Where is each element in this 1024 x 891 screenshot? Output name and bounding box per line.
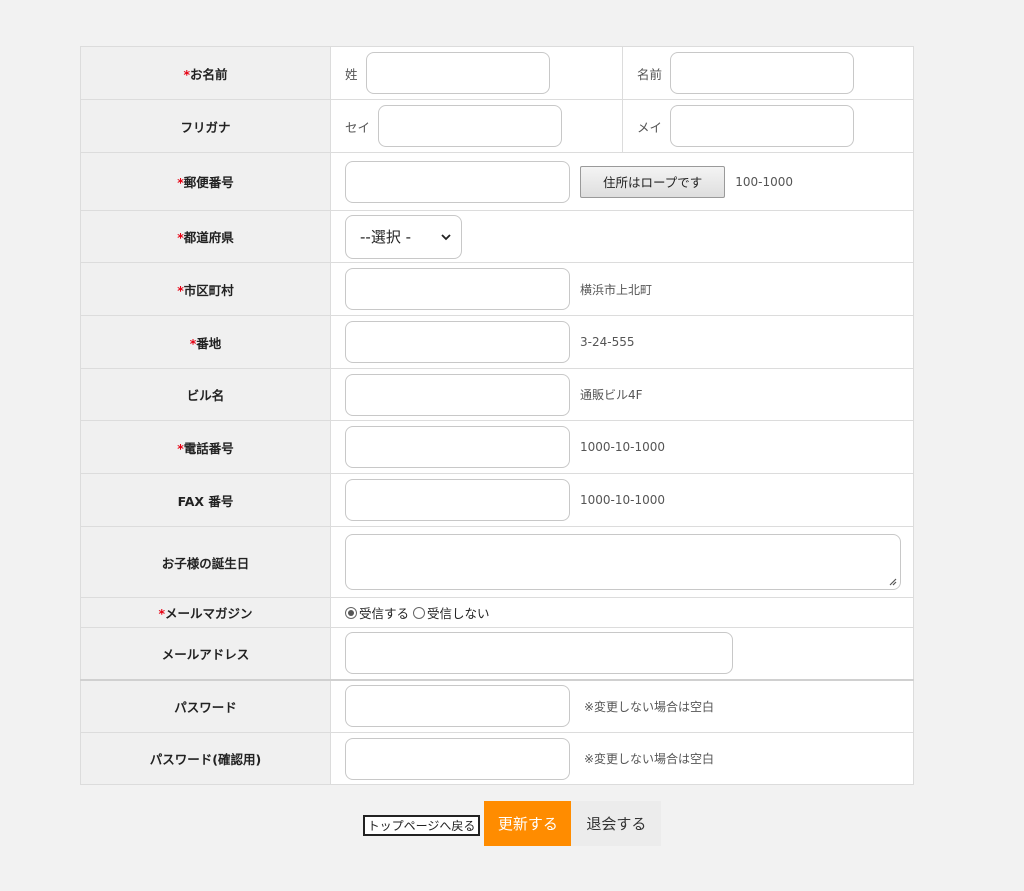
row-city: *市区町村 横浜市上北町 [80,262,914,316]
label-password: パスワード [80,678,331,733]
row-email: メールアドレス [80,627,914,680]
row-phone: *電話番号 1000-10-1000 [80,420,914,474]
fax-input[interactable] [345,479,570,521]
password-confirm-hint: ※変更しない場合は空白 [584,752,715,766]
last-name-input[interactable] [365,52,550,94]
member-form-table: *お名前 姓 名前 フリガナ セイ メイ *郵便番号 住所はロープです 100-… [80,46,914,785]
row-address: *番地 3-24-555 [80,315,914,369]
password-input[interactable] [345,685,570,728]
label-zip-text: 郵便番号 [183,175,234,190]
withdraw-button[interactable]: 退会する [571,801,662,846]
mei-label: 名前 [637,66,663,82]
row-fax: FAX 番号 1000-10-1000 [80,473,914,527]
label-building: ビル名 [80,368,331,421]
sei-label: 姓 [345,66,358,82]
label-name: *お名前 [80,46,331,100]
password-hint: ※変更しない場合は空白 [584,699,715,714]
label-password-confirm: パスワード(確認用) [80,732,331,785]
back-to-top-button[interactable]: トップページへ戻る [362,814,481,836]
fax-hint: 1000-10-1000 [580,493,666,507]
mei-kana-label: メイ [637,119,663,135]
email-input[interactable] [345,632,733,675]
label-address: *番地 [80,315,331,369]
label-email: メールアドレス [80,627,331,680]
chevron-down-icon [441,233,451,240]
first-name-input[interactable] [670,52,855,94]
label-furigana: フリガナ [80,99,331,153]
row-mail-magazine: *メールマガジン 受信する 受信しない [80,597,914,628]
row-password: パスワード ※変更しない場合は空白 [80,678,914,733]
label-phone: *電話番号 [80,420,331,474]
radio-receive[interactable]: 受信する [345,603,409,622]
sei-kana-label: セイ [345,119,371,135]
first-name-kana-input[interactable] [670,105,855,147]
row-password-confirm: パスワード(確認用) ※変更しない場合は空白 [80,732,914,785]
radio-receive-label: 受信する [359,606,410,621]
row-building: ビル名 通販ビル4F [80,368,914,421]
label-name-text: お名前 [190,66,228,82]
label-city: *市区町村 [80,262,331,316]
city-hint: 横浜市上北町 [580,282,653,297]
address-hint: 3-24-555 [580,335,635,349]
label-zip: *郵便番号 [80,152,331,211]
label-city-text: 市区町村 [183,282,234,298]
label-mail-magazine-text: メールマガジン [165,606,253,621]
form-actions: トップページへ戻る 更新する 退会する [0,801,1024,846]
phone-input[interactable] [345,426,570,468]
radio-selected-icon[interactable] [345,606,357,619]
building-input[interactable] [345,373,570,416]
radio-not-receive[interactable]: 受信しない [413,603,490,622]
prefecture-selected: --選択 - [360,228,412,246]
resize-grip-icon[interactable] [887,576,897,586]
zip-hint: 100-1000 [735,174,794,189]
row-furigana: フリガナ セイ メイ [80,99,914,153]
label-prefecture-text: 都道府県 [183,230,234,245]
row-name: *お名前 姓 名前 [80,46,914,100]
prefecture-select[interactable]: --選択 - [345,214,462,259]
child-birthday-textarea[interactable] [345,534,901,590]
row-prefecture: *都道府県 --選択 - [80,210,914,263]
label-fax: FAX 番号 [80,473,331,527]
password-confirm-input[interactable] [345,737,570,780]
row-zip: *郵便番号 住所はロープです 100-1000 [80,152,914,211]
address-input[interactable] [345,321,570,363]
last-name-kana-input[interactable] [378,105,563,147]
label-mail-magazine: *メールマガジン [80,597,331,628]
zip-input[interactable] [345,160,570,203]
radio-unselected-icon[interactable] [413,606,426,619]
update-button[interactable]: 更新する [484,801,572,846]
city-input[interactable] [345,268,570,310]
row-child-birthday: お子様の誕生日 [80,526,914,598]
label-child-birthday: お子様の誕生日 [80,526,331,598]
label-address-text: 番地 [196,335,222,351]
address-lookup-button[interactable]: 住所はロープです [580,165,726,198]
label-prefecture: *都道府県 [80,210,331,263]
building-hint: 通販ビル4F [580,388,643,402]
label-phone-text: 電話番号 [183,440,234,456]
radio-not-receive-label: 受信しない [427,606,490,621]
phone-hint: 1000-10-1000 [580,440,666,454]
